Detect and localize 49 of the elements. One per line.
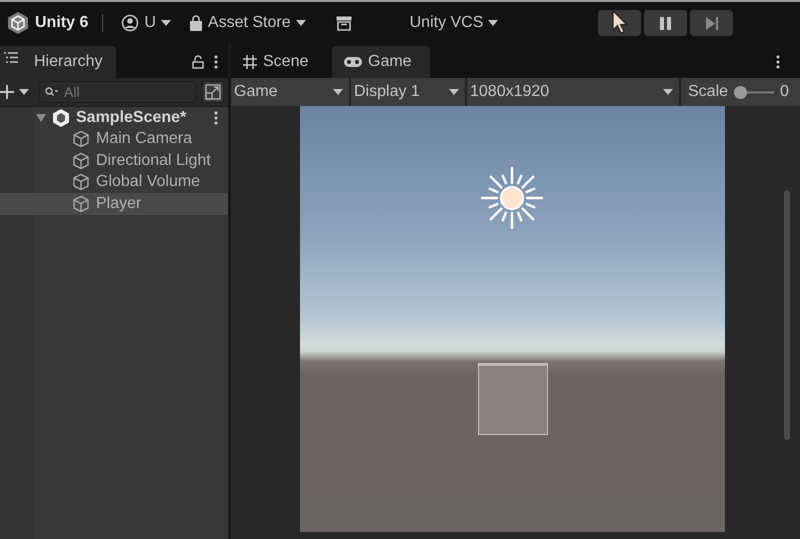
account-dropdown[interactable]: U (113, 8, 179, 38)
hierarchy-item[interactable]: SampleScene* (0, 107, 228, 128)
search-icon (45, 87, 59, 97)
mouse-pointer-icon (612, 10, 628, 34)
search-field[interactable]: All (39, 81, 196, 103)
pause-button[interactable] (644, 10, 688, 36)
cube-icon (72, 173, 90, 192)
step-button[interactable] (690, 10, 734, 36)
cube-object (478, 363, 548, 435)
archive-icon (336, 16, 352, 30)
unity-logo-button[interactable]: Unity 6 (3, 11, 92, 35)
user-icon (121, 14, 140, 32)
expand-icon (205, 84, 221, 100)
caret-icon (19, 89, 29, 95)
step-icon (704, 16, 719, 30)
game-tab[interactable]: Game (332, 46, 430, 78)
caret-icon (449, 89, 459, 95)
shopping-bag-icon (188, 14, 203, 32)
caret-icon (333, 89, 343, 95)
caret-icon (663, 89, 673, 95)
scale-value: 0 (780, 83, 789, 101)
hierarchy-item[interactable]: Player (0, 193, 228, 214)
hierarchy-item[interactable]: Main Camera (0, 128, 228, 150)
scene-tab[interactable]: Scene (231, 46, 329, 78)
caret-icon (160, 20, 171, 26)
padlock-icon (192, 55, 204, 69)
cube-logo-icon (7, 11, 29, 35)
more-options-icon (214, 55, 218, 69)
scale-label: Scale (688, 83, 728, 101)
caret-icon (488, 20, 498, 26)
list-icon (4, 52, 18, 63)
scene-cube-icon (52, 108, 70, 128)
cube-icon (72, 194, 90, 213)
pause-icon (658, 16, 673, 30)
gamepad-icon (344, 56, 362, 68)
expand-button[interactable] (202, 81, 224, 103)
caret-icon (296, 20, 306, 26)
cube-icon (72, 130, 90, 148)
sun-icon (481, 167, 543, 229)
hierarchy-item[interactable]: Directional Light (0, 150, 228, 172)
plus-icon (0, 85, 14, 99)
more-options-icon (776, 55, 780, 69)
hierarchy-item[interactable]: Global Volume (0, 172, 228, 193)
vcs-dropdown[interactable]: Unity VCS (402, 8, 506, 38)
hash-icon (243, 55, 257, 69)
cube-icon (72, 152, 90, 170)
more-options-icon (214, 110, 218, 125)
asset-store-dropdown[interactable]: Asset Store (180, 8, 314, 38)
hierarchy-tab[interactable]: Hierarchy (0, 46, 116, 78)
